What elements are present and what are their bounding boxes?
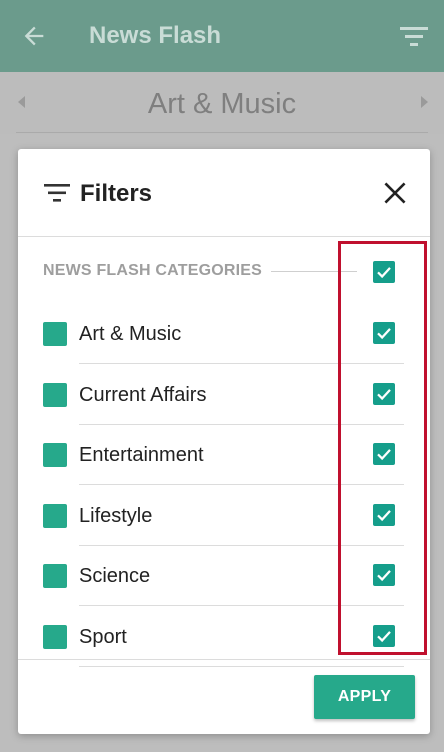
screen: News Flash Art & Music Filters NEWS FLAS xyxy=(0,0,444,752)
category-color-swatch xyxy=(43,443,67,467)
category-label: Science xyxy=(79,565,151,587)
arrow-left-icon[interactable] xyxy=(20,22,48,50)
checkbox-sport[interactable] xyxy=(373,625,395,647)
row-divider xyxy=(79,666,404,667)
row-divider xyxy=(79,363,404,364)
chevron-right-icon[interactable] xyxy=(421,96,428,108)
category-color-swatch xyxy=(43,564,67,588)
apply-button[interactable]: APPLY xyxy=(314,675,415,719)
category-divider xyxy=(16,132,428,133)
category-label: Current Affairs xyxy=(79,384,207,406)
category-row-current-affairs[interactable]: Current Affairs xyxy=(18,371,430,431)
category-nav: Art & Music xyxy=(0,72,444,134)
row-divider xyxy=(79,484,404,485)
filter-icon xyxy=(44,184,70,202)
select-all-checkbox[interactable] xyxy=(373,261,395,283)
row-divider xyxy=(79,605,404,606)
category-row-entertainment[interactable]: Entertainment xyxy=(18,431,430,491)
checkmark-icon xyxy=(377,510,391,522)
dialog-title: Filters xyxy=(80,180,153,207)
category-label: Art & Music xyxy=(79,323,182,345)
app-title: News Flash xyxy=(89,22,222,49)
checkbox-entertainment[interactable] xyxy=(373,443,395,465)
category-row-science[interactable]: Science xyxy=(18,552,430,612)
filters-dialog: Filters NEWS FLASH CATEGORIES Art & Musi… xyxy=(18,149,430,734)
close-icon[interactable] xyxy=(382,180,408,206)
filter-icon[interactable] xyxy=(400,24,428,48)
category-label: Lifestyle xyxy=(79,505,153,527)
footer-divider xyxy=(18,659,430,660)
app-bar: News Flash xyxy=(0,0,444,72)
checkbox-current-affairs[interactable] xyxy=(373,383,395,405)
checkmark-icon xyxy=(377,389,391,401)
category-color-swatch xyxy=(43,504,67,528)
category-label: Sport xyxy=(79,626,127,648)
category-color-swatch xyxy=(43,383,67,407)
checkbox-science[interactable] xyxy=(373,564,395,586)
row-divider xyxy=(79,424,404,425)
header-divider xyxy=(18,236,430,237)
dialog-header: Filters xyxy=(18,149,430,237)
checkmark-icon xyxy=(377,267,391,279)
section-header: NEWS FLASH CATEGORIES xyxy=(43,262,263,279)
row-divider xyxy=(79,545,404,546)
checkmark-icon xyxy=(377,570,391,582)
checkbox-art-music[interactable] xyxy=(373,322,395,344)
checkmark-icon xyxy=(377,449,391,461)
category-title: Art & Music xyxy=(147,88,297,120)
category-color-swatch xyxy=(43,625,67,649)
category-row-sport[interactable]: Sport xyxy=(18,613,430,673)
checkmark-icon xyxy=(377,328,391,340)
category-label: Entertainment xyxy=(79,444,204,466)
category-row-lifestyle[interactable]: Lifestyle xyxy=(18,492,430,552)
section-line xyxy=(271,271,357,272)
checkbox-lifestyle[interactable] xyxy=(373,504,395,526)
category-row-art-music[interactable]: Art & Music xyxy=(18,310,430,370)
category-color-swatch xyxy=(43,322,67,346)
checkmark-icon xyxy=(377,631,391,643)
